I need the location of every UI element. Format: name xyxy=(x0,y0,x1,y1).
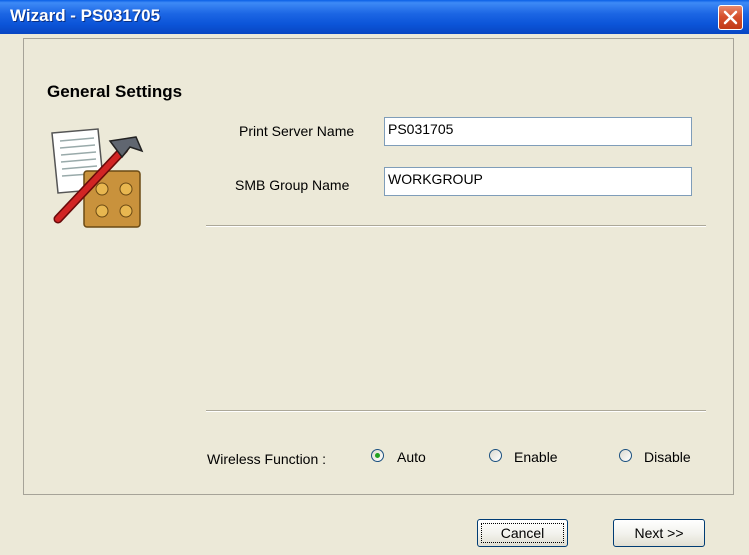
separator-top xyxy=(206,225,706,227)
close-icon xyxy=(723,10,738,25)
close-button[interactable] xyxy=(718,5,743,30)
radio-auto-label[interactable]: Auto xyxy=(397,449,426,465)
radio-enable-circle[interactable] xyxy=(489,449,502,462)
print-server-name-input[interactable]: PS031705 xyxy=(384,117,692,146)
general-settings-group xyxy=(23,38,734,495)
next-button[interactable]: Next >> xyxy=(613,519,705,547)
radio-disable-circle[interactable] xyxy=(619,449,632,462)
next-label: Next >> xyxy=(634,525,684,541)
title-bar[interactable]: Wizard - PS031705 xyxy=(0,0,749,34)
print-server-name-label: Print Server Name xyxy=(239,123,355,139)
separator-bottom xyxy=(206,410,706,412)
window-title: Wizard - PS031705 xyxy=(10,6,161,25)
cancel-button[interactable]: Cancel xyxy=(477,519,568,547)
radio-disable-label[interactable]: Disable xyxy=(644,449,691,465)
focus-rect xyxy=(481,523,564,543)
tools-document-icon xyxy=(51,128,144,228)
radio-enable-label[interactable]: Enable xyxy=(514,449,558,465)
smb-group-name-label: SMB Group Name xyxy=(235,177,350,193)
smb-group-name-input[interactable]: WORKGROUP xyxy=(384,167,692,196)
group-title: General Settings xyxy=(47,82,183,101)
wireless-function-label: Wireless Function : xyxy=(207,451,327,467)
radio-auto-circle[interactable] xyxy=(371,449,384,462)
